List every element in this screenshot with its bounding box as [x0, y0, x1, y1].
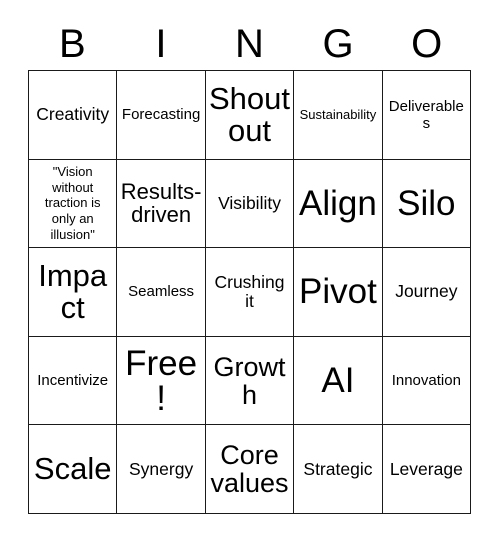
bingo-cell[interactable]: Results-driven [117, 159, 206, 249]
bingo-cell-label: Sustainability [299, 106, 377, 122]
bingo-cell-label: Synergy [129, 458, 194, 479]
bingo-cell-label: Impact [38, 258, 108, 325]
bingo-cell[interactable]: Core values [205, 425, 295, 514]
bingo-row: "Vision without traction is only an illu… [29, 159, 472, 249]
bingo-cell[interactable]: Journey [382, 248, 472, 337]
bingo-row: Creativity Forecasting Shout out Sustain… [29, 71, 472, 160]
bingo-cell[interactable]: AI [294, 336, 383, 426]
bingo-cell[interactable]: Crushing it [205, 248, 295, 337]
bingo-cell-label: Seamless [128, 283, 195, 301]
bingo-cell-label: Growth [213, 351, 286, 410]
bingo-header: B I N G O [28, 18, 471, 70]
bingo-cell[interactable]: Seamless [117, 248, 206, 337]
bingo-cell-label: Leverage [389, 458, 463, 479]
bingo-cell-free[interactable]: Free! [117, 336, 206, 426]
bingo-cell[interactable]: Forecasting [117, 71, 206, 160]
bingo-cell-label: Silo [397, 183, 456, 223]
bingo-cell[interactable]: Silo [382, 159, 472, 249]
bingo-cell-label: Align [299, 183, 377, 223]
header-letter-n: N [235, 22, 264, 66]
bingo-cell-label: Results-driven [120, 179, 202, 228]
bingo-cell[interactable]: Scale [29, 425, 118, 514]
bingo-cell-label: "Vision without traction is only an illu… [44, 163, 101, 243]
bingo-cell[interactable]: Incentivize [29, 336, 118, 426]
bingo-cell[interactable]: Deliverables [382, 71, 472, 160]
bingo-cell-label: Creativity [36, 104, 110, 125]
bingo-card: B I N G O Creativity Forecasting Shout o… [0, 0, 500, 544]
bingo-grid: Creativity Forecasting Shout out Sustain… [28, 70, 472, 514]
bingo-cell[interactable]: Impact [29, 248, 118, 337]
bingo-cell-label: AI [321, 361, 355, 401]
bingo-cell-label: Innovation [391, 371, 461, 389]
bingo-cell-label: Free! [125, 343, 198, 418]
bingo-cell-label: Shout out [209, 81, 291, 148]
bingo-row: Incentivize Free! Growth AI Innovation [29, 336, 472, 426]
bingo-row: Impact Seamless Crushing it Pivot Journe… [29, 248, 472, 337]
bingo-cell[interactable]: Synergy [117, 425, 206, 514]
bingo-cell-label: Forecasting [121, 106, 201, 124]
bingo-cell-label: Visibility [218, 192, 281, 213]
bingo-cell[interactable]: Sustainability [294, 71, 383, 160]
bingo-cell[interactable]: Shout out [205, 71, 295, 160]
bingo-cell-label: Incentivize [37, 371, 109, 389]
bingo-cell[interactable]: "Vision without traction is only an illu… [29, 159, 118, 249]
header-letter-o: O [411, 22, 443, 66]
bingo-cell-label: Deliverables [388, 97, 464, 132]
bingo-cell[interactable]: Creativity [29, 71, 118, 160]
bingo-cell-label: Strategic [303, 458, 373, 479]
bingo-cell[interactable]: Innovation [382, 336, 472, 426]
bingo-cell[interactable]: Align [294, 159, 383, 249]
header-letter-b: B [58, 22, 86, 66]
bingo-cell[interactable]: Growth [205, 336, 295, 426]
header-letter-g: G [322, 22, 354, 66]
bingo-row: Scale Synergy Core values Strategic Leve… [29, 425, 472, 514]
header-letter-i: I [155, 22, 167, 66]
bingo-cell[interactable]: Leverage [382, 425, 472, 514]
bingo-cell-label: Journey [395, 281, 458, 302]
bingo-cell[interactable]: Pivot [294, 248, 383, 337]
bingo-cell-label: Crushing it [214, 271, 285, 311]
bingo-cell[interactable]: Strategic [294, 425, 383, 514]
bingo-cell-label: Scale [33, 451, 112, 487]
bingo-cell[interactable]: Visibility [205, 159, 295, 249]
bingo-cell-label: Core values [210, 440, 289, 499]
bingo-cell-label: Pivot [299, 272, 377, 312]
